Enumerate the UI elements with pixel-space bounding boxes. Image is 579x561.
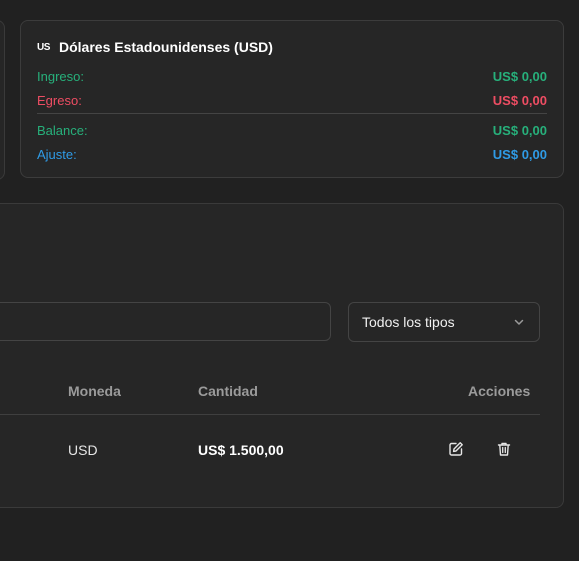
ajuste-label: Ajuste: [37,146,77,162]
transactions-panel [0,203,564,508]
cell-moneda: USD [68,442,98,458]
chevron-down-icon [514,319,524,325]
ingreso-label: Ingreso: [37,68,84,84]
ajuste-row: Ajuste: US$ 0,00 [37,142,547,166]
trash-icon [497,442,511,456]
egreso-row: Egreso: US$ 0,00 [37,88,547,112]
ingreso-row: Ingreso: US$ 0,00 [37,64,547,88]
card-header: US Dólares Estadounidenses (USD) [37,39,547,55]
us-flag-icon: US [37,41,50,53]
card-title: Dólares Estadounidenses (USD) [59,39,273,55]
ingreso-value: US$ 0,00 [492,68,547,84]
ajuste-value: US$ 0,00 [492,146,547,162]
column-header-acciones: Acciones [468,383,531,399]
balance-label: Balance: [37,122,88,138]
usd-summary-card: US Dólares Estadounidenses (USD) Ingreso… [20,20,564,178]
summary-divider [37,113,547,114]
balance-value: US$ 0,00 [492,122,547,138]
egreso-value: US$ 0,00 [492,92,547,108]
edit-button[interactable] [447,440,465,458]
balance-row: Balance: US$ 0,00 [37,118,547,142]
table-header-divider [0,414,540,415]
cell-cantidad: US$ 1.500,00 [198,442,284,458]
column-header-cantidad: Cantidad [198,383,258,399]
egreso-label: Egreso: [37,92,82,108]
edit-icon [449,442,463,456]
search-input[interactable] [0,302,331,341]
column-header-moneda: Moneda [68,383,121,399]
type-filter-select[interactable]: Todos los tipos [348,302,540,342]
type-filter-value: Todos los tipos [362,314,455,330]
delete-button[interactable] [495,440,513,458]
previous-currency-card [0,20,5,180]
